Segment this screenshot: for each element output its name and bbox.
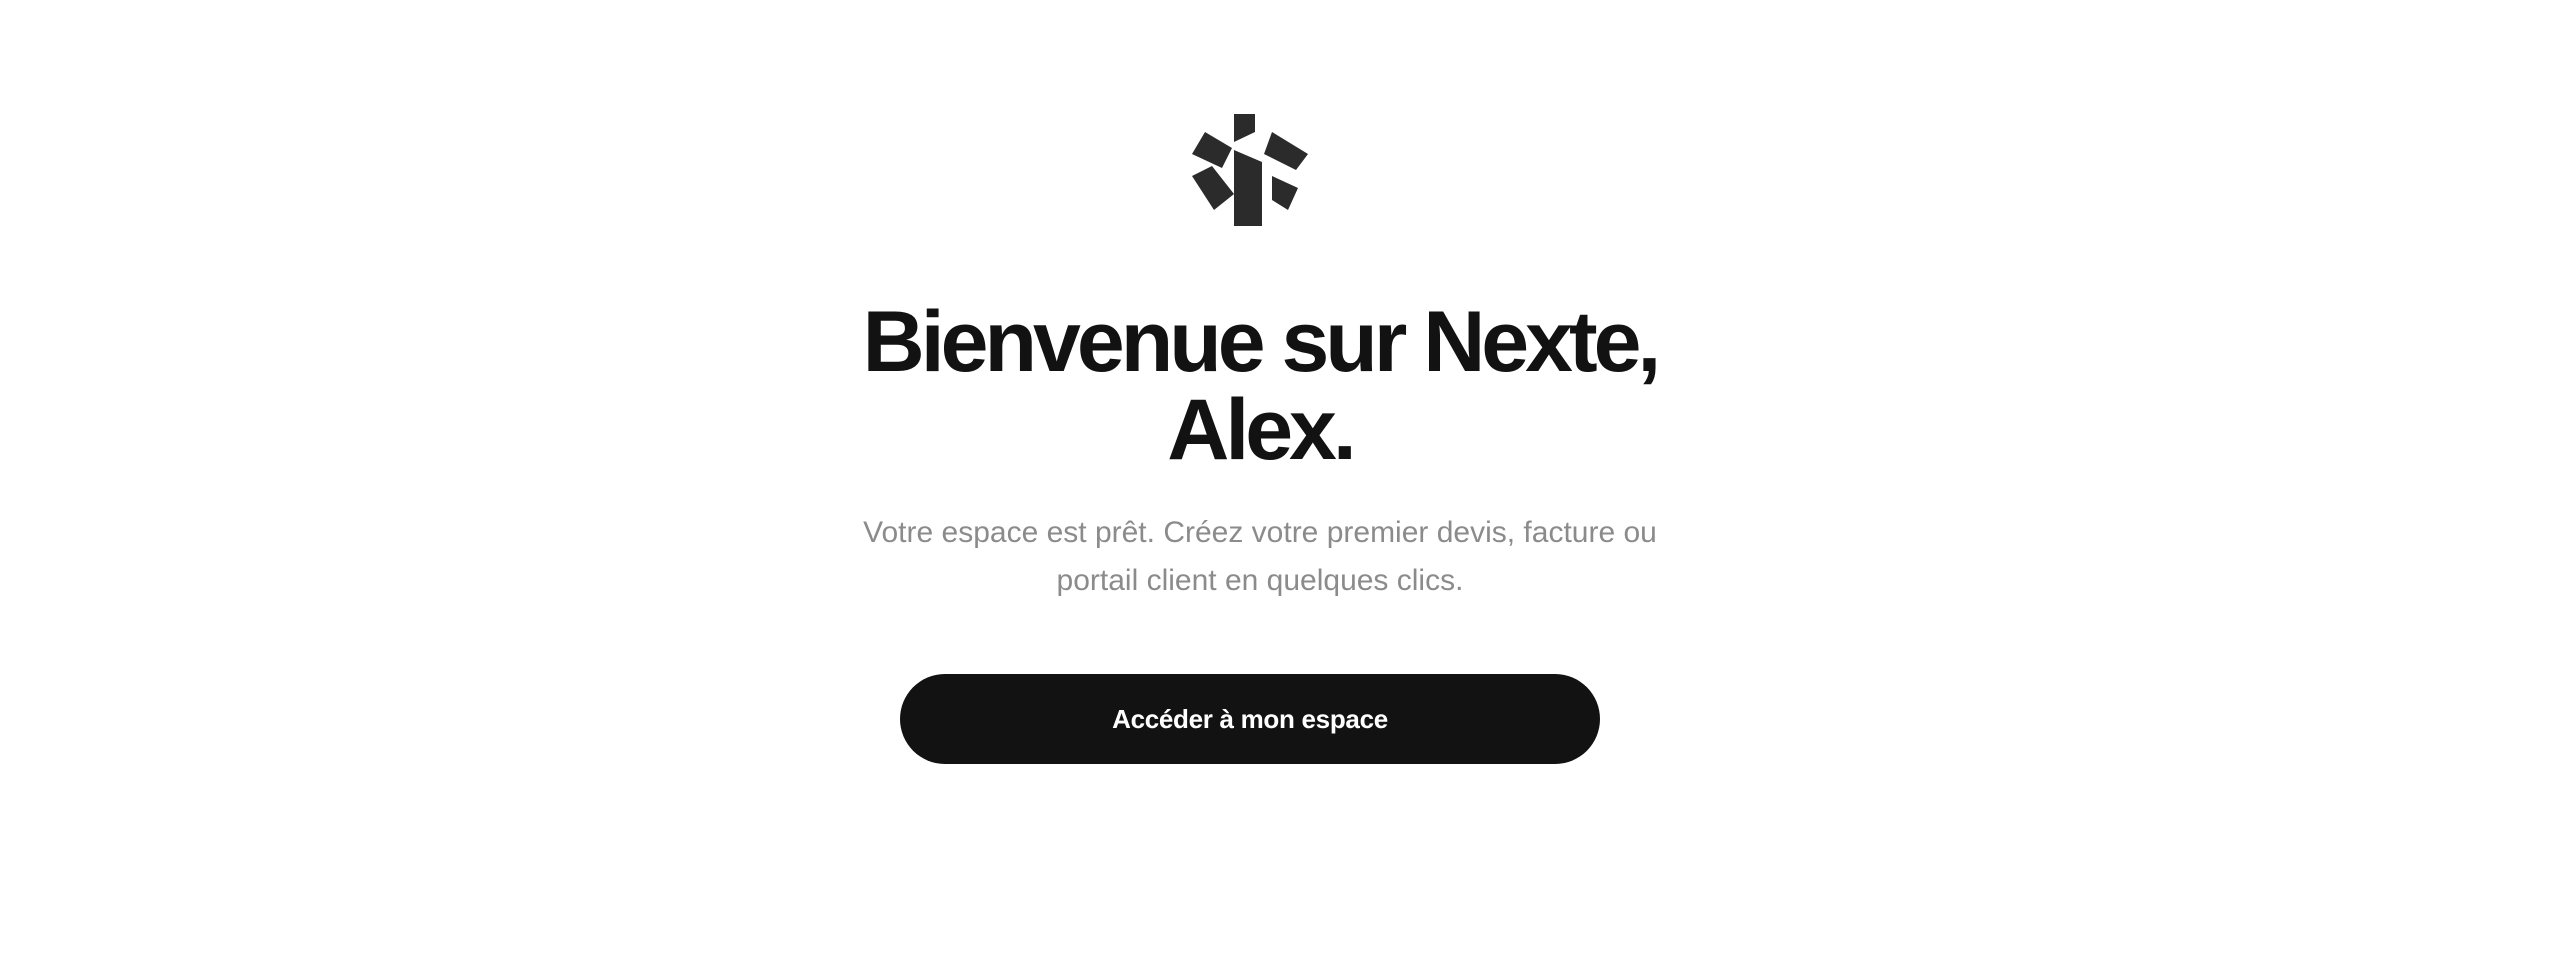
welcome-title: Bienvenue sur Nexte, Alex. (0, 298, 2520, 474)
access-workspace-button[interactable]: Accéder à mon espace (900, 674, 1600, 764)
welcome-page: Bienvenue sur Nexte, Alex. Votre espace … (0, 0, 2560, 953)
welcome-subtitle-line-1: Votre espace est prêt. Créez votre premi… (863, 516, 1657, 549)
welcome-title-line-1: Bienvenue sur Nexte, (862, 294, 1662, 390)
nexte-logo (1192, 114, 1308, 226)
welcome-title-line-2: Alex. (1167, 382, 1357, 478)
asterisk-logo-icon (1192, 114, 1308, 226)
welcome-subtitle-line-2: portail client en quelques clics. (1056, 564, 1464, 597)
welcome-subtitle: Votre espace est prêt. Créez votre premi… (0, 509, 2520, 605)
